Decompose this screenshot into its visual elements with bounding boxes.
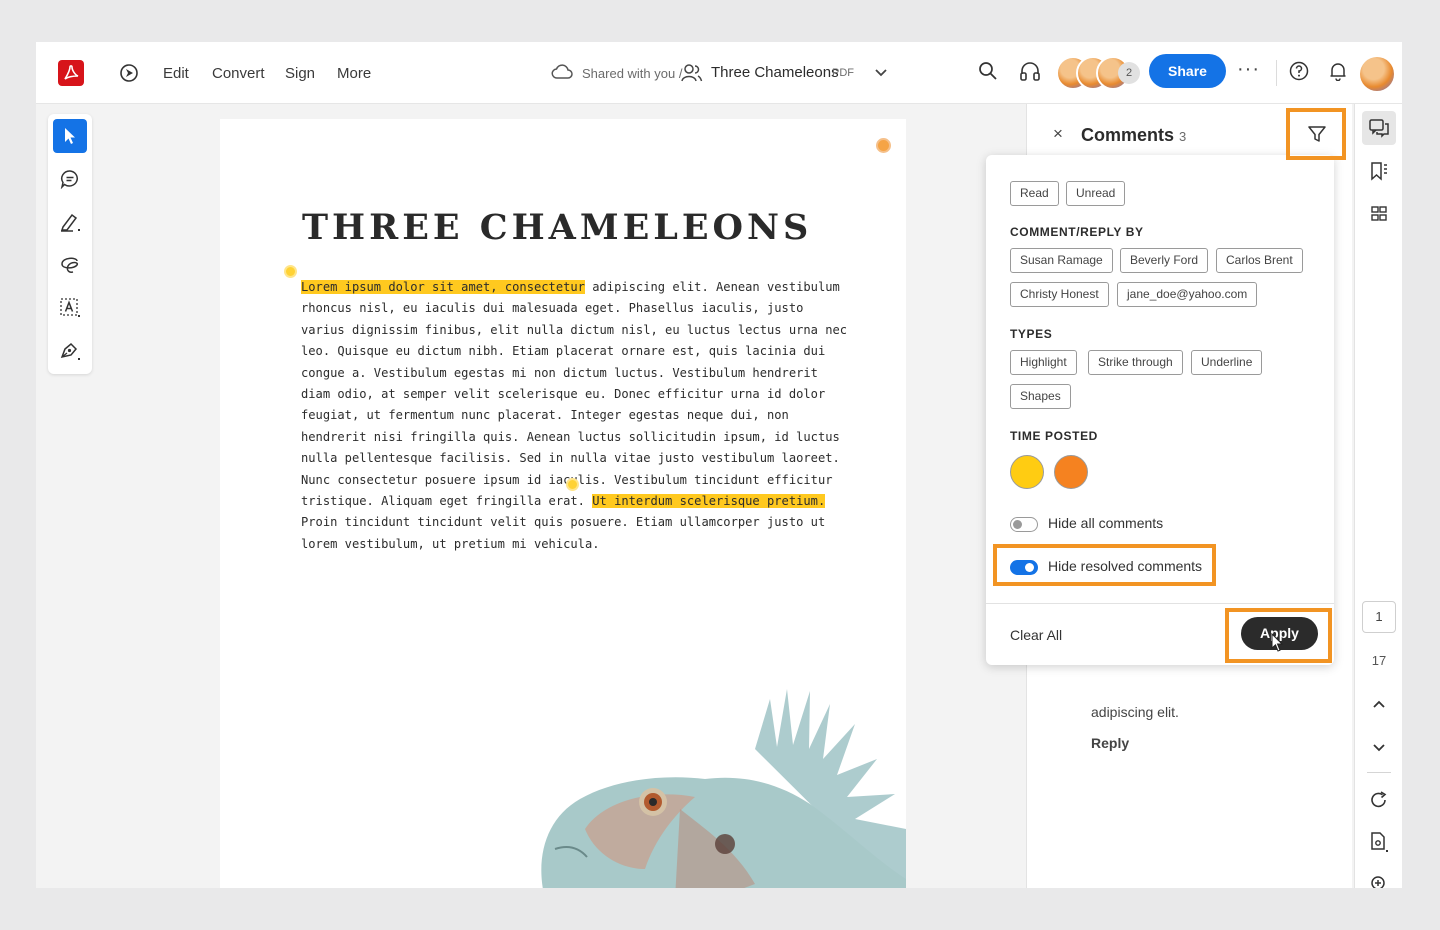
hide-all-comments-label: Hide all comments bbox=[1048, 515, 1164, 531]
toggle-knob bbox=[1013, 520, 1022, 529]
callout-outline-filter bbox=[1286, 108, 1346, 160]
filter-chip-type[interactable]: Highlight bbox=[1010, 350, 1077, 375]
clear-all-button[interactable]: Clear All bbox=[1010, 627, 1062, 643]
menu-convert[interactable]: Convert bbox=[212, 65, 265, 82]
share-button[interactable]: Share bbox=[1149, 54, 1226, 88]
comment-marker-icon[interactable] bbox=[566, 478, 579, 491]
document-heading: THREE CHAMELEONS bbox=[302, 207, 813, 248]
highlighter-icon bbox=[60, 213, 80, 232]
filter-chip-person[interactable]: Beverly Ford bbox=[1120, 248, 1209, 273]
callout-outline-hide-resolved bbox=[993, 544, 1216, 586]
filter-chip-person[interactable]: jane_doe@yahoo.com bbox=[1117, 282, 1258, 307]
zoom-in-button[interactable] bbox=[1362, 867, 1396, 888]
reply-button[interactable]: Reply bbox=[1091, 735, 1129, 751]
search-icon[interactable] bbox=[978, 61, 998, 86]
body-lines: rhoncus nisl, eu iaculis dui malesuada e… bbox=[301, 301, 848, 487]
filter-chip-person[interactable]: Carlos Brent bbox=[1216, 248, 1303, 273]
comments-count: 3 bbox=[1179, 129, 1187, 144]
previous-page-button[interactable] bbox=[1362, 688, 1396, 722]
time-color-swatch[interactable] bbox=[1010, 455, 1044, 489]
rotate-button[interactable] bbox=[1362, 783, 1396, 817]
right-rail: 1 17 bbox=[1354, 104, 1402, 888]
popover-divider bbox=[986, 603, 1334, 604]
bell-icon[interactable] bbox=[1328, 61, 1348, 86]
shared-people-icon bbox=[681, 63, 703, 88]
comment-snippet: adipiscing elit. bbox=[1091, 704, 1179, 720]
filter-chip-type[interactable]: Shapes bbox=[1010, 384, 1071, 409]
section-heading-comment-by: COMMENT/REPLY BY bbox=[1010, 225, 1144, 239]
filter-chip-type[interactable]: Strike through bbox=[1088, 350, 1183, 375]
bookmark-icon bbox=[1371, 162, 1387, 181]
comment-marker-icon[interactable] bbox=[876, 138, 891, 153]
page-settings-icon bbox=[1371, 832, 1388, 852]
select-tool[interactable] bbox=[53, 119, 87, 153]
headphones-icon[interactable] bbox=[1019, 61, 1041, 86]
page-tools-button[interactable] bbox=[1362, 825, 1396, 859]
help-icon[interactable] bbox=[1289, 61, 1309, 86]
app-window: Edit Convert Sign More Shared with you /… bbox=[36, 42, 1402, 888]
bookmarks-button[interactable] bbox=[1362, 154, 1396, 188]
more-options-button[interactable]: ··· bbox=[1237, 58, 1260, 81]
comment-icon bbox=[60, 170, 78, 189]
next-page-button[interactable] bbox=[1362, 730, 1396, 764]
draw-tool[interactable] bbox=[53, 334, 87, 368]
cloud-icon bbox=[551, 64, 573, 85]
comment-filter-popover: Read Unread COMMENT/REPLY BY Susan Ramag… bbox=[986, 155, 1334, 665]
lasso-icon bbox=[61, 257, 79, 273]
filter-chip-read[interactable]: Read bbox=[1010, 181, 1059, 206]
document-type-label: PDF bbox=[832, 67, 854, 79]
total-pages: 17 bbox=[1371, 653, 1387, 668]
chevron-up-icon bbox=[1373, 700, 1385, 708]
comment-marker-icon[interactable] bbox=[284, 265, 297, 278]
user-avatar[interactable] bbox=[1360, 57, 1394, 91]
chevron-down-icon[interactable] bbox=[874, 66, 888, 85]
body-line: tristique. Aliquam eget fringilla erat. bbox=[301, 494, 593, 509]
highlighted-text[interactable]: Lorem ipsum dolor sit amet, consectetur bbox=[301, 280, 585, 294]
tool-palette bbox=[48, 114, 92, 374]
hide-all-comments-toggle[interactable] bbox=[1010, 517, 1038, 532]
document-title[interactable]: Three Chameleons bbox=[711, 64, 839, 81]
acrobat-logo-icon[interactable] bbox=[58, 60, 84, 86]
time-color-swatch[interactable] bbox=[1054, 455, 1088, 489]
document-body-text: Lorem ipsum dolor sit amet, consectetur … bbox=[301, 277, 847, 555]
iguana-illustration bbox=[541, 689, 906, 888]
zoom-in-icon bbox=[1371, 876, 1385, 888]
highlighted-text[interactable]: Ut interdum scelerisque pretium. bbox=[592, 494, 826, 509]
filter-chip-unread[interactable]: Unread bbox=[1066, 181, 1126, 206]
top-bar: Edit Convert Sign More Shared with you /… bbox=[36, 42, 1402, 104]
filter-chip-type[interactable]: Underline bbox=[1191, 350, 1263, 375]
collaborator-count-badge: 2 bbox=[1118, 62, 1140, 84]
toolbar-divider bbox=[1276, 60, 1277, 86]
close-panel-button[interactable]: × bbox=[1053, 124, 1063, 144]
add-comment-tool[interactable] bbox=[53, 162, 87, 196]
comments-title: Comments bbox=[1081, 125, 1175, 145]
grid-icon bbox=[1371, 206, 1387, 221]
pdf-page: THREE CHAMELEONS Lorem ipsum dolor sit a… bbox=[220, 119, 906, 888]
breadcrumb[interactable]: Shared with you / bbox=[582, 66, 682, 81]
chevron-down-icon bbox=[1373, 744, 1385, 752]
rotate-icon bbox=[1371, 791, 1387, 808]
filter-chip-person[interactable]: Christy Honest bbox=[1010, 282, 1109, 307]
body-lines: Proin tincidunt tincidunt velit quis pos… bbox=[301, 515, 826, 551]
navigate-icon[interactable] bbox=[119, 63, 139, 83]
comments-icon bbox=[1369, 119, 1389, 138]
menu-edit[interactable]: Edit bbox=[163, 65, 189, 82]
menu-more[interactable]: More bbox=[337, 65, 371, 82]
section-heading-time-posted: TIME POSTED bbox=[1010, 429, 1098, 443]
rail-divider bbox=[1367, 772, 1391, 773]
filter-chip-person[interactable]: Susan Ramage bbox=[1010, 248, 1113, 273]
pen-draw-icon bbox=[60, 342, 80, 360]
add-text-tool[interactable] bbox=[53, 291, 87, 325]
freehand-tool[interactable] bbox=[53, 248, 87, 282]
menu-sign[interactable]: Sign bbox=[285, 65, 315, 82]
callout-outline-apply bbox=[1225, 608, 1332, 663]
current-page-input[interactable]: 1 bbox=[1362, 601, 1396, 633]
body-line: adipiscing elit. Aenean vestibulum bbox=[584, 280, 840, 294]
section-heading-types: TYPES bbox=[1010, 327, 1053, 341]
thumbnails-button[interactable] bbox=[1362, 197, 1396, 231]
cursor-arrow-icon bbox=[65, 128, 75, 144]
highlight-tool[interactable] bbox=[53, 205, 87, 239]
text-box-icon bbox=[60, 298, 80, 317]
comments-panel-toggle[interactable] bbox=[1362, 111, 1396, 145]
